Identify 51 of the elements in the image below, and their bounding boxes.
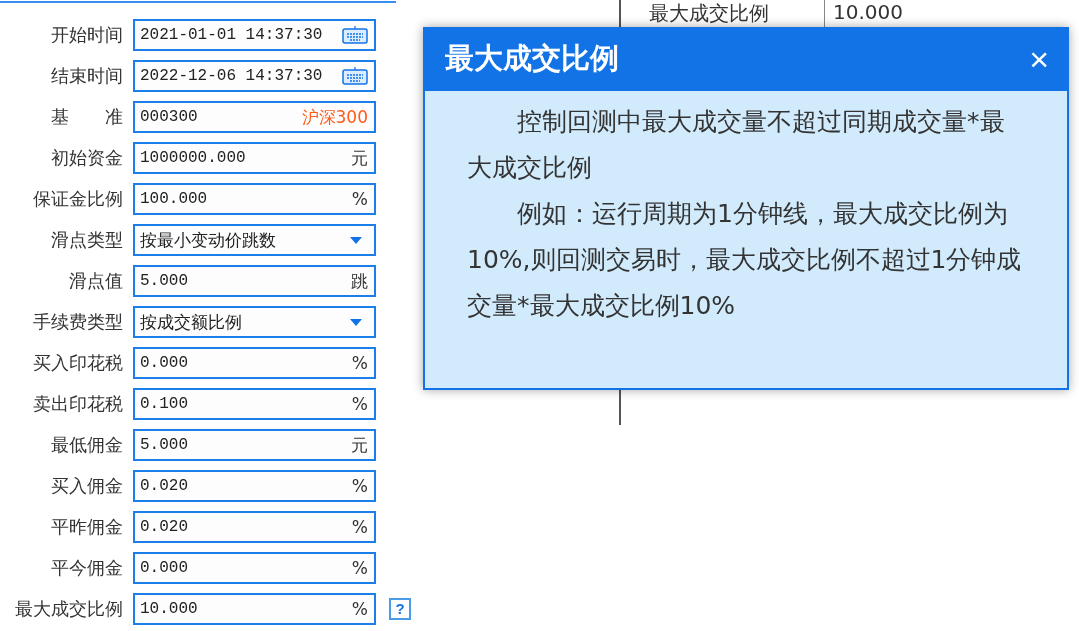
field-label: 最低佣金: [50, 433, 123, 457]
input-field[interactable]: 2022-12-06 14:37:30: [133, 60, 376, 92]
keyboard-icon[interactable]: [342, 67, 368, 85]
unit-label: %: [351, 517, 368, 537]
field-label: 最大成交比例: [14, 597, 123, 621]
input-field[interactable]: 2021-01-01 14:37:30: [133, 19, 376, 51]
field-label: 滑点类型: [50, 228, 123, 252]
field-label: 买入佣金: [50, 474, 123, 498]
input-field[interactable]: 5.000 跳: [133, 265, 376, 297]
field-label: 基 准: [50, 105, 123, 129]
input-field[interactable]: 10.000 %: [133, 593, 376, 625]
dropdown[interactable]: 按最小变动价跳数: [133, 224, 376, 256]
field-label: 买入印花税: [32, 351, 123, 375]
unit-label: 元: [351, 433, 368, 457]
field-label: 平今佣金: [50, 556, 123, 580]
keyboard-icon[interactable]: [342, 26, 368, 44]
input-field[interactable]: 0.100 %: [133, 388, 376, 420]
caret-icon: [350, 318, 362, 326]
help-paragraph: 例如：运行周期为1分钟线，最大成交比例为10%,则回测交易时，最大成交比例不超过1分钟成交量*最大成交比例10%: [467, 198, 1023, 322]
help-paragraph: 控制回测中最大成交量不超过同期成交量*最大成交比例: [467, 106, 1006, 184]
unit-label: 元: [351, 146, 368, 170]
field-label: 初始资金: [50, 146, 123, 170]
input-field[interactable]: 0.020 %: [133, 470, 376, 502]
unit-label: %: [351, 558, 368, 578]
field-label: 开始时间: [50, 23, 123, 47]
input-field[interactable]: 100.000 %: [133, 183, 376, 215]
unit-label: %: [351, 353, 368, 373]
input-field[interactable]: 0.000 %: [133, 347, 376, 379]
unit-label: 跳: [351, 269, 368, 293]
unit-label: %: [351, 189, 368, 209]
input-field[interactable]: 000300 沪深300: [133, 101, 376, 133]
field-label: 滑点值: [68, 269, 123, 293]
dropdown[interactable]: 按成交额比例: [133, 306, 376, 338]
field-label: 卖出印花税: [32, 392, 123, 416]
field-label: 手续费类型: [32, 310, 123, 334]
field-label: 平昨佣金: [50, 515, 123, 539]
input-field[interactable]: 1000000.000 元: [133, 142, 376, 174]
dialog-title: 最大成交比例: [445, 40, 619, 77]
unit-label: %: [351, 599, 368, 619]
close-button[interactable]: ×: [1023, 42, 1055, 76]
caret-icon: [350, 236, 362, 244]
index-name: 沪深300: [301, 105, 368, 129]
input-field[interactable]: 5.000 元: [133, 429, 376, 461]
field-label: 保证金比例: [32, 187, 123, 211]
unit-label: %: [351, 476, 368, 496]
field-label: 结束时间: [50, 64, 123, 88]
help-button[interactable]: ?: [389, 598, 411, 620]
unit-label: %: [351, 394, 368, 414]
input-field[interactable]: 0.000 %: [133, 552, 376, 584]
table-cell: 最大成交比例: [649, 0, 769, 27]
input-field[interactable]: 0.020 %: [133, 511, 376, 543]
